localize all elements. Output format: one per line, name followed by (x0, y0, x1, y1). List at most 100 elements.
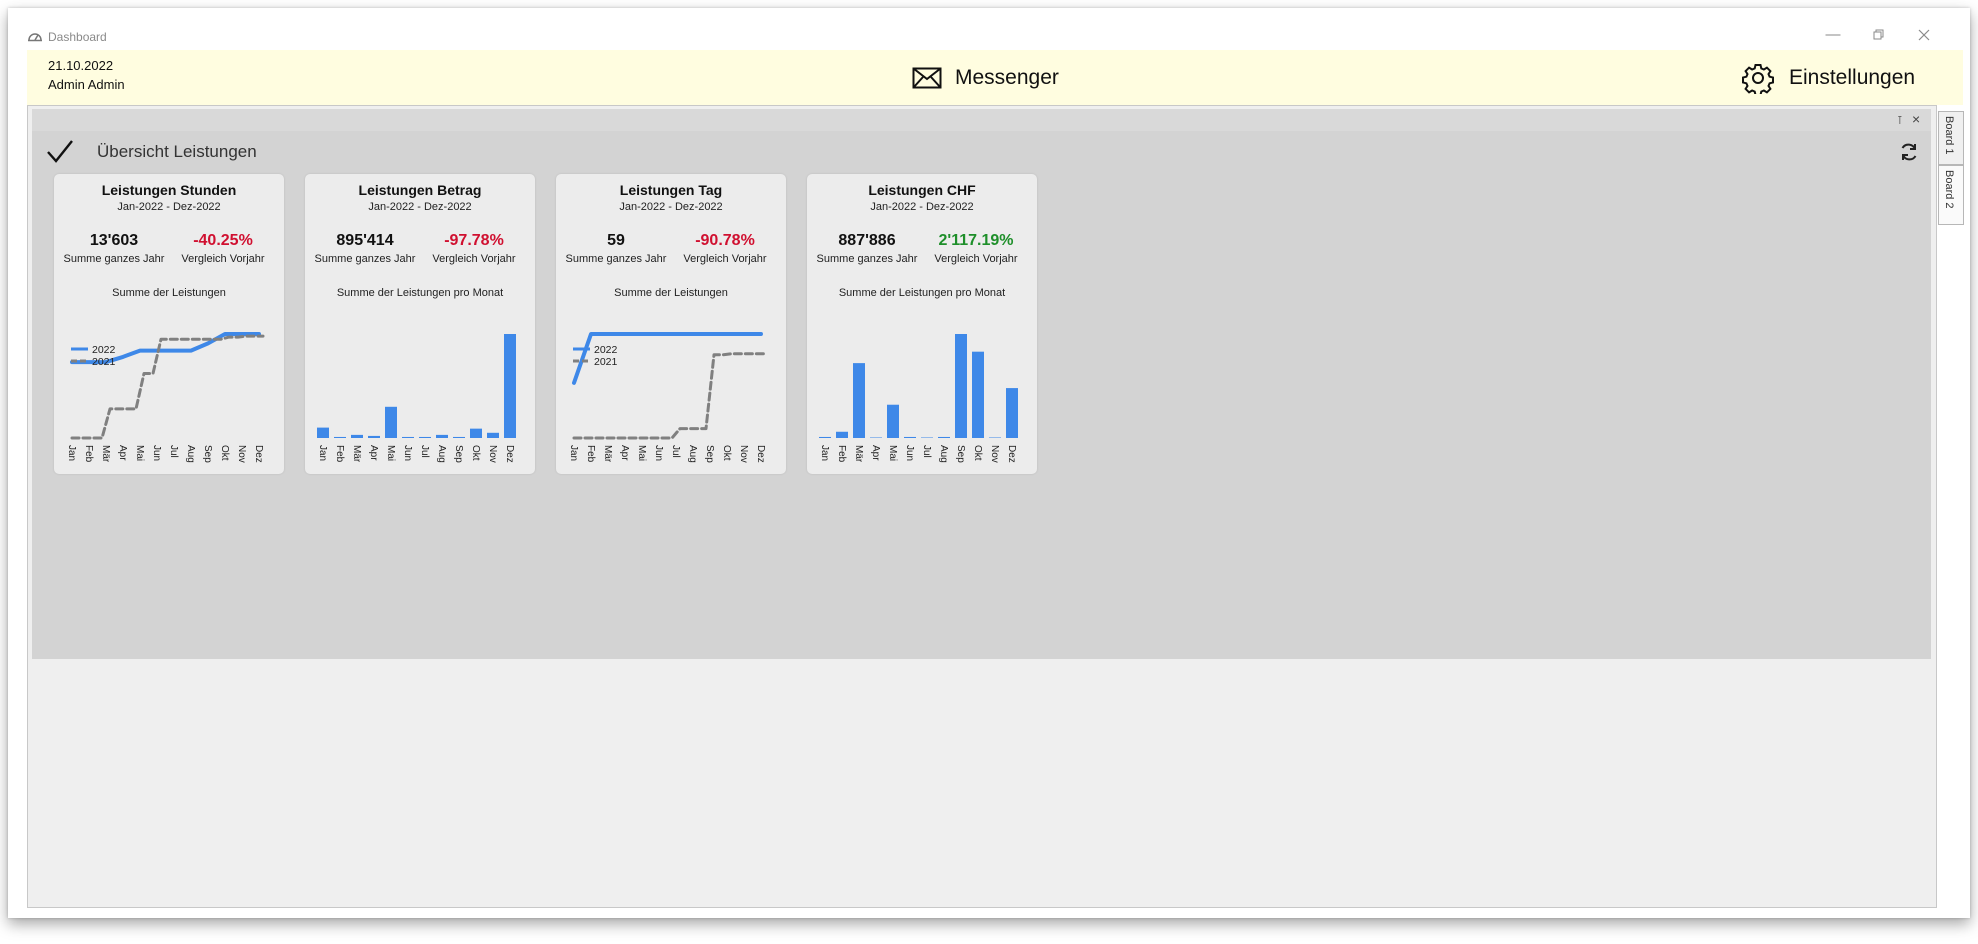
card-total-label: Summe ganzes Jahr (816, 253, 918, 265)
card-change-label: Vergleich Vorjahr (934, 253, 1018, 265)
x-tick-label: Mär (100, 445, 111, 463)
chart-title: Summe der Leistungen (614, 287, 728, 299)
minimize-button[interactable]: — (1822, 26, 1844, 44)
board-panel: ⊺ × Übersicht Leistungen Leistungen Stun… (32, 109, 1931, 659)
x-tick-label: Jan (66, 445, 77, 461)
tab-board-1[interactable]: Board 1 (1938, 111, 1964, 165)
bar (334, 436, 346, 438)
x-tick-label: Apr (368, 445, 379, 461)
settings-button[interactable]: Einstellungen (1742, 62, 1915, 94)
board-title: Übersicht Leistungen (97, 142, 257, 161)
x-tick-label: Apr (870, 445, 881, 461)
card-total-label: Summe ganzes Jahr (63, 253, 165, 265)
checkmark-icon (47, 140, 73, 163)
window-close-button[interactable] (1913, 26, 1935, 44)
card-total: 887'886 (838, 232, 896, 249)
x-tick-label: Okt (470, 445, 481, 461)
x-tick-label: Okt (219, 445, 230, 461)
chart-title: Summe der Leistungen (112, 287, 226, 299)
x-tick-label: Mär (602, 445, 613, 463)
board-tabs: Board 1 Board 2 (1938, 111, 1964, 906)
dashboard-icon (28, 33, 42, 42)
content-area: ⊺ × Übersicht Leistungen Leistungen Stun… (27, 105, 1937, 908)
card-change: -90.78% (695, 232, 755, 249)
bar (870, 437, 882, 438)
x-tick-label: Jun (653, 445, 664, 461)
x-tick-label: Mär (351, 445, 362, 463)
top-bar: 21.10.2022 Admin Admin Messenger Einstel… (27, 50, 1963, 105)
x-tick-label: Mai (636, 445, 647, 461)
card-period: Jan-2022 - Dez-2022 (117, 201, 221, 213)
chart-svg: Jan Feb Mär Apr Mai Jun Jul Aug Sep Okt Nov Dez (317, 334, 516, 463)
card-title: Leistungen CHF (868, 182, 976, 198)
bar (351, 434, 363, 438)
messenger-button[interactable]: Messenger (912, 64, 1059, 92)
x-tick-label: Dez (253, 445, 264, 463)
settings-label: Einstellungen (1789, 66, 1916, 89)
refresh-icon[interactable] (1899, 142, 1919, 162)
card-period: Jan-2022 - Dez-2022 (619, 201, 723, 213)
x-tick-label: Nov (989, 445, 1000, 463)
bar (938, 436, 950, 438)
bar (836, 431, 848, 438)
x-tick-label: Jul (419, 445, 430, 458)
x-tick-label: Mai (134, 445, 145, 461)
bar (989, 437, 1001, 438)
legend-label: 2022 (92, 344, 116, 356)
card-title: Leistungen Betrag (358, 182, 482, 198)
kpi-card: Leistungen Tag Jan-2022 - Dez-2022 59 Summe… (556, 174, 786, 474)
restore-icon (1873, 29, 1884, 40)
x-tick-label: Nov (236, 445, 247, 463)
card-period: Jan-2022 - Dez-2022 (870, 201, 974, 213)
tab-board-2[interactable]: Board 2 (1938, 165, 1964, 225)
x-tick-label: Sep (453, 445, 464, 463)
x-tick-label: Aug (687, 445, 698, 463)
bar (470, 428, 482, 438)
close-icon (1918, 29, 1930, 41)
card-change-label: Vergleich Vorjahr (181, 253, 265, 265)
card-change: 2'117.19% (938, 232, 1014, 249)
pin-icon[interactable]: ⊺ (1897, 114, 1903, 127)
app-window: Dashboard — 21.10.2022 Admin Admin Messe… (8, 8, 1970, 918)
bar (385, 406, 397, 438)
card-total: 13'603 (89, 232, 139, 249)
gear-icon (1742, 64, 1774, 94)
bar (317, 427, 329, 438)
x-tick-label: Jan (317, 445, 328, 461)
x-tick-label: Feb (585, 445, 596, 463)
restore-button[interactable] (1868, 26, 1890, 44)
bar (368, 435, 380, 438)
x-tick-label: Feb (334, 445, 345, 463)
chart-svg: Jan Feb Mär Apr Mai Jun Jul Aug Sep Okt Nov Dez 2022… (568, 332, 767, 463)
kpi-card: Leistungen Stunden Jan-2022 - Dez-2022 13'… (54, 174, 284, 474)
bar (1006, 388, 1018, 438)
bar (853, 363, 865, 438)
x-tick-label: Okt (721, 445, 732, 461)
x-tick-label: Mai (887, 445, 898, 461)
x-tick-label: Jan (568, 445, 579, 461)
x-tick-label: Jun (904, 445, 915, 461)
card-title: Leistungen Stunden (101, 182, 237, 198)
bar (887, 404, 899, 438)
user-name: Admin Admin (48, 77, 125, 92)
x-tick-label: Nov (738, 445, 749, 463)
card-total-label: Summe ganzes Jahr (314, 253, 416, 265)
title-bar: Dashboard — (8, 8, 1970, 48)
bar (402, 436, 414, 438)
panel-close-icon[interactable]: × (1912, 111, 1920, 127)
legend-label: 2021 (594, 356, 618, 368)
board-header: ⊺ × (32, 109, 1931, 131)
x-tick-label: Sep (202, 445, 213, 463)
x-tick-label: Aug (185, 445, 196, 463)
tab-board-2-label: Board 2 (1943, 170, 1955, 209)
legend-label: 2021 (92, 356, 116, 368)
x-tick-label: Jun (151, 445, 162, 461)
x-tick-label: Dez (504, 445, 515, 463)
bar (972, 351, 984, 438)
x-tick-label: Jul (670, 445, 681, 458)
x-tick-label: Okt (972, 445, 983, 461)
chart-svg: Jan Feb Mär Apr Mai Jun Jul Aug Sep Okt Nov Dez 2022… (66, 332, 265, 463)
x-tick-label: Feb (83, 445, 94, 463)
x-tick-label: Jul (921, 445, 932, 458)
mail-icon (912, 67, 942, 89)
